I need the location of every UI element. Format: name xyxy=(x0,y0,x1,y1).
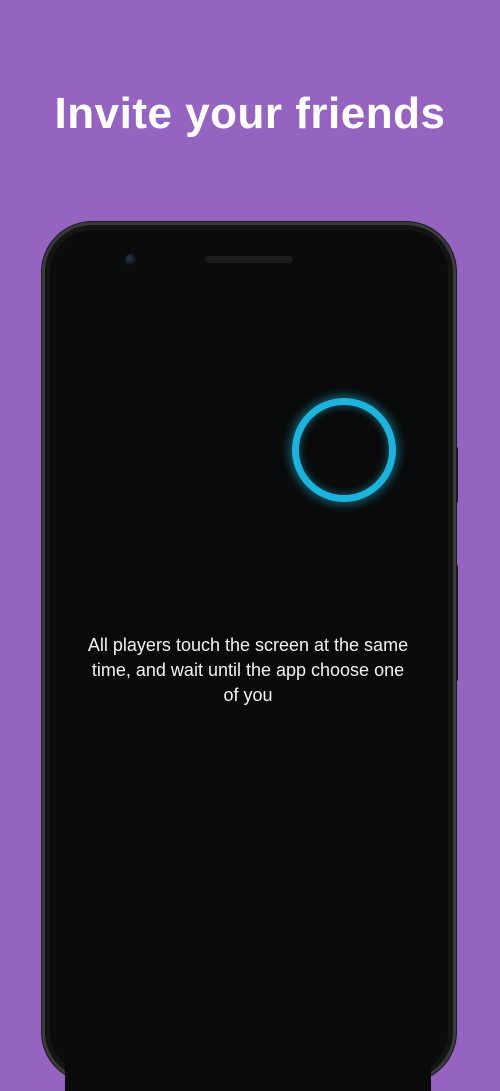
phone-screen[interactable]: All players touch the screen at the same… xyxy=(65,291,431,1091)
instruction-text: All players touch the screen at the same… xyxy=(87,635,409,705)
front-camera-icon xyxy=(125,254,136,265)
speaker-grill xyxy=(205,256,293,263)
headline-title: Invite your friends xyxy=(54,89,446,138)
phone-mockup: All players touch the screen at the same… xyxy=(42,222,456,1091)
touch-indicator-ring xyxy=(292,398,396,502)
